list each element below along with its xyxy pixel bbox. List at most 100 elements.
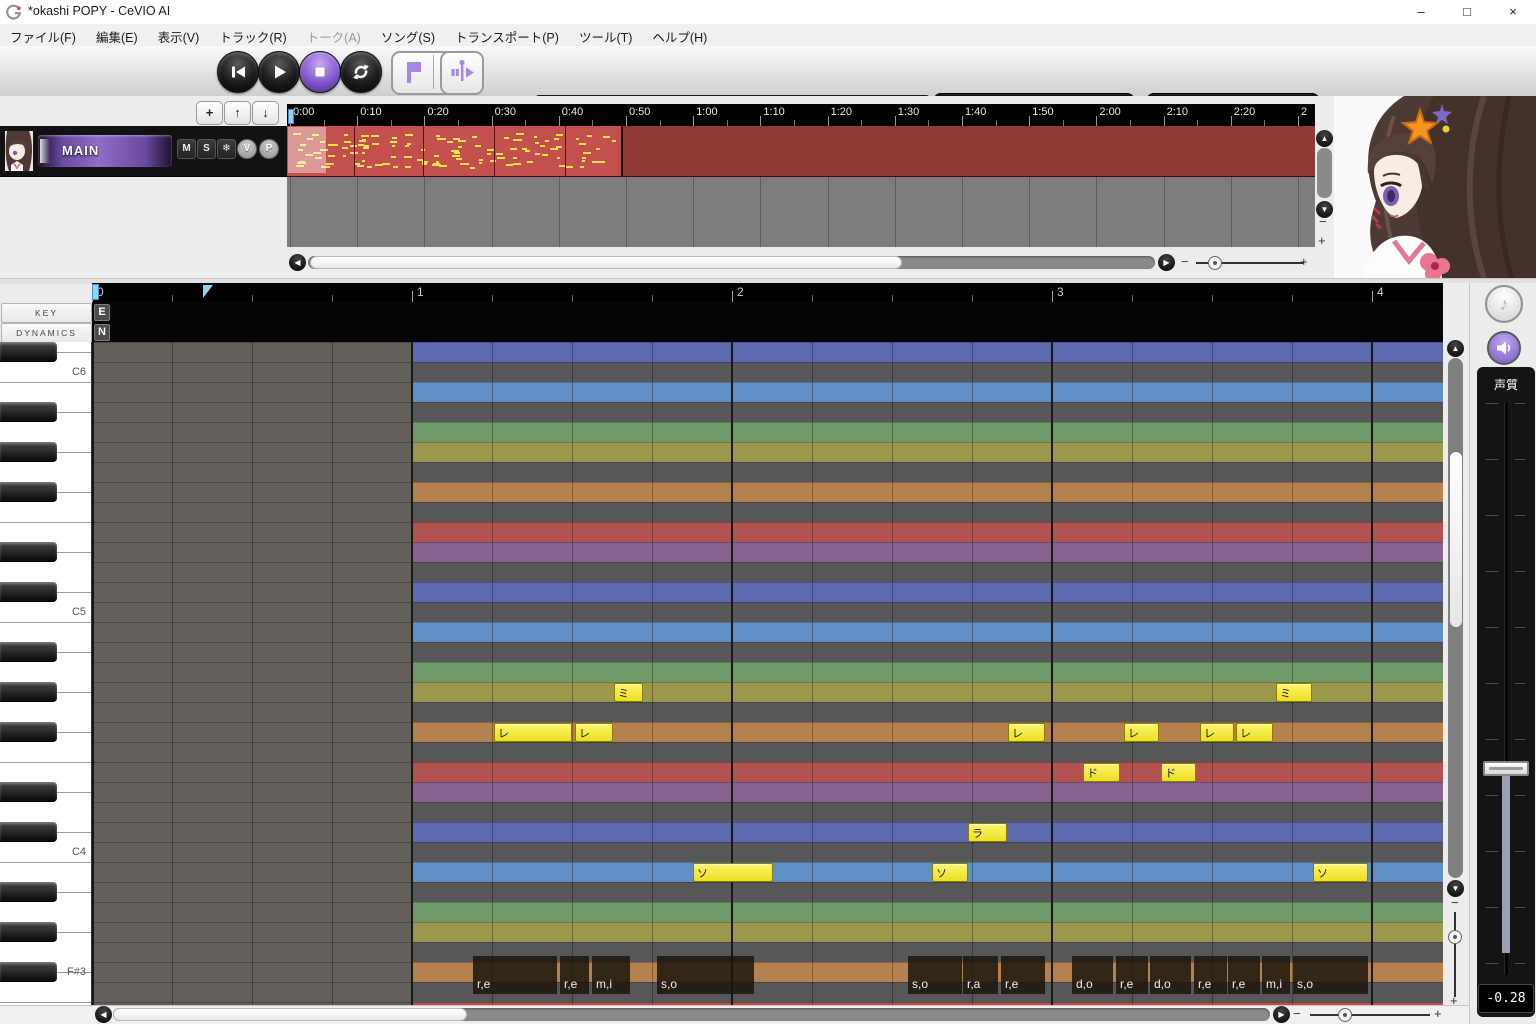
phoneme-block[interactable]: r,e: [1228, 956, 1260, 994]
piano-key-black[interactable]: [0, 542, 57, 562]
piano-key-black[interactable]: [0, 882, 57, 902]
volume-v-button[interactable]: V: [237, 139, 257, 159]
note-block[interactable]: ド: [1161, 763, 1196, 782]
note-block[interactable]: ミ: [614, 683, 643, 702]
note-block[interactable]: ソ: [932, 863, 968, 882]
pianoroll-ruler[interactable]: 01234: [92, 283, 1443, 302]
note-block[interactable]: レ: [1200, 723, 1234, 742]
piano-key-black[interactable]: [0, 722, 57, 742]
arrange-hscroll-thumb[interactable]: [310, 256, 902, 269]
piano-key-black[interactable]: [0, 642, 57, 662]
arrange-vzoom-out[interactable]: −: [1319, 214, 1327, 229]
pr-vscroll-thumb[interactable]: [1450, 452, 1462, 627]
pr-scroll-right-button[interactable]: ▶: [1273, 1006, 1290, 1023]
arrange-playhead-flag[interactable]: [288, 109, 294, 124]
loop-button[interactable]: [340, 51, 382, 93]
pr-zoom-out[interactable]: −: [1293, 1006, 1301, 1021]
add-track-button[interactable]: +: [196, 101, 223, 125]
phoneme-block[interactable]: s,o: [908, 956, 962, 994]
phoneme-block[interactable]: r,a: [963, 956, 998, 994]
pr-hscroll-track[interactable]: [113, 1008, 1270, 1021]
arrange-vzoom-in[interactable]: +: [1318, 233, 1326, 248]
pianoroll-playhead-flag[interactable]: [92, 284, 99, 300]
stop-button[interactable]: [299, 51, 341, 93]
pr-zoom-handle[interactable]: [1338, 1008, 1352, 1022]
track-down-button[interactable]: ↓: [252, 101, 279, 125]
phoneme-block[interactable]: r,e: [1194, 956, 1227, 994]
note-block[interactable]: ソ: [693, 863, 773, 882]
phoneme-block[interactable]: r,e: [473, 956, 557, 994]
track-up-button[interactable]: ↑: [224, 101, 251, 125]
pr-scroll-up-button[interactable]: ▲: [1447, 340, 1464, 357]
pr-hscroll-thumb[interactable]: [113, 1008, 467, 1021]
arrange-hscroll-track[interactable]: [308, 256, 1155, 269]
arrange-scroll-right-button[interactable]: ▶: [1158, 254, 1175, 271]
freeze-button[interactable]: ❄: [217, 139, 236, 159]
track-header[interactable]: MAIN M S ❄ V P: [0, 126, 287, 177]
phoneme-block[interactable]: r,e: [1001, 956, 1045, 994]
piano-key-black[interactable]: [0, 922, 57, 942]
pr-vscroll-track[interactable]: [1448, 358, 1463, 878]
maximize-button[interactable]: □: [1444, 0, 1490, 24]
minimize-button[interactable]: –: [1398, 0, 1444, 24]
arrange-zoom-out[interactable]: −: [1181, 254, 1189, 269]
note-block[interactable]: レ: [575, 723, 613, 742]
piano-key-black[interactable]: [0, 402, 57, 422]
solo-button[interactable]: S: [197, 139, 216, 159]
song-clip-tail[interactable]: [622, 126, 1315, 177]
pr-vzoom-slider[interactable]: [1454, 912, 1456, 997]
vq-slider-handle[interactable]: [1483, 761, 1529, 776]
dynamics-strip[interactable]: N: [92, 322, 1443, 342]
arrange-zoom-handle[interactable]: [1208, 256, 1222, 270]
arrange-zoom-in[interactable]: +: [1300, 254, 1308, 269]
note-block[interactable]: ラ: [968, 823, 1007, 842]
pr-vzoom-out[interactable]: −: [1451, 895, 1459, 910]
note-block[interactable]: レ: [1124, 723, 1159, 742]
arrange-lane[interactable]: [287, 126, 1315, 247]
arrange-vscroll-thumb[interactable]: [1317, 148, 1332, 198]
phoneme-block[interactable]: d,o: [1072, 956, 1113, 994]
timing-knob[interactable]: ♪: [1485, 285, 1523, 323]
track-name-plate[interactable]: MAIN: [38, 135, 172, 167]
pr-zoom-slider[interactable]: [1310, 1014, 1430, 1016]
piano-key-black[interactable]: [0, 682, 57, 702]
phoneme-block[interactable]: m,i: [592, 956, 630, 994]
note-block[interactable]: レ: [1236, 723, 1273, 742]
arrange-scroll-left-button[interactable]: ◀: [289, 254, 306, 271]
dynamics-badge[interactable]: N: [94, 324, 110, 341]
piano-key-black[interactable]: [0, 482, 57, 502]
pianoroll-grid[interactable]: r,er,em,is,os,or,ar,ed,or,ed,or,er,em,is…: [92, 342, 1443, 1005]
phoneme-block[interactable]: s,o: [1293, 956, 1368, 994]
step-jump-button[interactable]: [440, 51, 484, 95]
listen-button[interactable]: [1487, 331, 1521, 365]
phoneme-block[interactable]: d,o: [1150, 956, 1191, 994]
key-signature-strip[interactable]: E: [92, 302, 1443, 322]
pr-zoom-in[interactable]: +: [1434, 1006, 1442, 1021]
piano-key-black[interactable]: [0, 822, 57, 842]
piano-key-black[interactable]: [0, 962, 57, 982]
pr-vzoom-handle[interactable]: [1448, 930, 1462, 944]
pan-p-button[interactable]: P: [259, 139, 279, 159]
piano-key-black[interactable]: [0, 342, 57, 362]
arrange-scroll-up-button[interactable]: ▲: [1316, 130, 1333, 147]
piano-key-black[interactable]: [0, 442, 57, 462]
note-block[interactable]: ソ: [1313, 863, 1368, 882]
piano-keyboard[interactable]: C6C5C4F#3: [0, 342, 92, 1005]
piano-key-black[interactable]: [0, 582, 57, 602]
piano-key-black[interactable]: [0, 782, 57, 802]
phoneme-block[interactable]: r,e: [560, 956, 589, 994]
song-clip[interactable]: [287, 126, 622, 177]
note-block[interactable]: ミ: [1276, 683, 1312, 702]
loop-start-flag-icon[interactable]: [400, 58, 428, 86]
arrange-ruler[interactable]: 0:000:100:200:300:400:501:001:101:201:30…: [287, 104, 1315, 126]
key-signature-badge[interactable]: E: [94, 304, 110, 321]
play-button[interactable]: [258, 51, 300, 93]
phoneme-block[interactable]: s,o: [657, 956, 754, 994]
phoneme-block[interactable]: m,i: [1262, 956, 1290, 994]
skip-to-start-button[interactable]: [217, 51, 259, 93]
mute-button[interactable]: M: [177, 139, 196, 159]
note-block[interactable]: ド: [1083, 763, 1120, 782]
close-button[interactable]: ×: [1490, 0, 1536, 24]
pr-scroll-left-button[interactable]: ◀: [95, 1006, 112, 1023]
note-block[interactable]: レ: [1008, 723, 1045, 742]
